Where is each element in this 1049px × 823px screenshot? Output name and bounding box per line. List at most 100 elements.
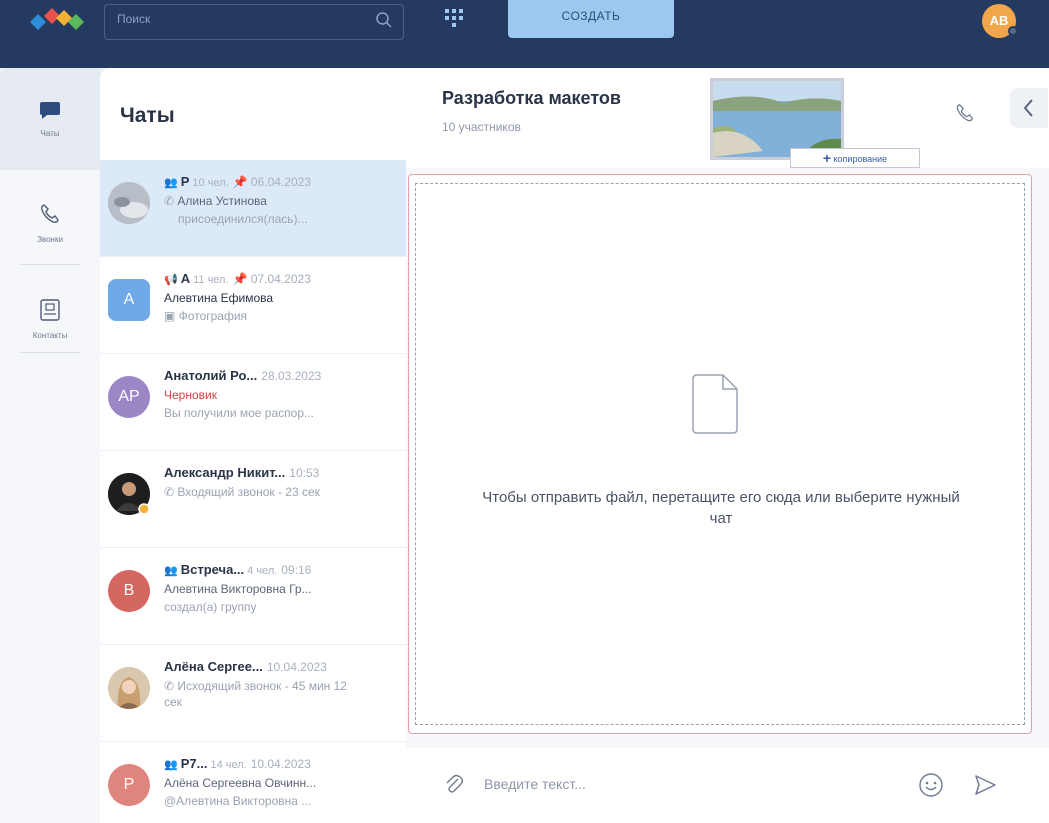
rail-item-label: Чаты <box>40 129 60 138</box>
group-icon: 👥 <box>164 177 178 189</box>
top-bar: Поиск создать АВ <box>0 0 1049 68</box>
user-avatar[interactable]: АВ <box>982 4 1018 38</box>
chat-date: 10.04.2023 <box>250 757 311 771</box>
chat-avatar: A <box>108 279 150 321</box>
member-count: 11 чел. <box>193 274 229 286</box>
member-count: 10 чел. <box>192 177 229 189</box>
chat-date: 28.03.2023 <box>261 369 322 383</box>
copy-badge-label: копирование <box>833 154 888 164</box>
outgoing-call-icon: ✆ <box>164 679 178 693</box>
chat-name: Алёна Сергее... <box>164 659 263 674</box>
chat-preview: Входящий звонок - 23 сек <box>177 485 320 499</box>
member-count: 14 чел. <box>210 759 247 771</box>
member-count: 4 чел. <box>247 565 278 577</box>
photo-icon: ▣ <box>164 309 179 323</box>
pin-icon: 📌 <box>232 175 251 189</box>
chat-date: 06.04.2023 <box>250 175 311 189</box>
chat-name: Р <box>180 174 190 189</box>
incoming-call-icon: ✆ <box>164 485 178 499</box>
conversation-header: Разработка макетов 10 участников + копир… <box>406 68 1049 168</box>
emoji-icon[interactable] <box>918 772 944 798</box>
chat-date: 10.04.2023 <box>266 660 327 674</box>
chat-preview: @Алевтина Викторовна ... <box>164 794 312 808</box>
chat-preview: Алина Устинова <box>177 194 267 208</box>
send-icon[interactable] <box>972 772 998 798</box>
chat-avatar: Р <box>108 764 150 806</box>
chat-preview-2: присоединился(лась)... <box>178 212 308 226</box>
chevron-left-icon <box>1023 99 1033 117</box>
chat-list-title: Чаты <box>120 104 175 127</box>
photo-avatar-icon <box>108 182 150 224</box>
chat-avatar <box>108 667 150 709</box>
chat-date: 10:53 <box>289 466 320 480</box>
chat-sender: Алевтина Викторовна Гр... <box>164 582 312 596</box>
chat-name: Р7... <box>180 756 208 771</box>
rail-divider <box>20 352 80 353</box>
group-icon: 👥 <box>164 565 178 577</box>
copy-badge: + копирование <box>790 148 920 168</box>
chat-preview: Исходящий звонок - 45 мин 12 сек <box>164 679 347 709</box>
search-input[interactable]: Поиск <box>117 12 150 26</box>
chat-sender: Алёна Сергеевна Овчинн... <box>164 776 317 790</box>
chat-date: 07.04.2023 <box>250 272 311 286</box>
create-button[interactable]: создать <box>508 0 674 38</box>
plus-icon: + <box>822 150 831 166</box>
phone-icon <box>41 204 59 223</box>
apps-grid-icon[interactable] <box>444 8 464 32</box>
chat-sender: Алевтина Ефимова <box>164 291 274 305</box>
photo-avatar-icon <box>108 667 150 709</box>
chat-item[interactable]: 👥 Р 10 чел. 📌 06.04.2023 ✆ Алина Устинова п… <box>100 160 406 257</box>
chat-bubble-icon <box>40 102 60 119</box>
chat-item[interactable]: Александр Никит... 10:53 ✆ Входящий звоно… <box>100 451 406 548</box>
chat-avatar <box>108 473 150 515</box>
chat-name: А <box>180 271 191 286</box>
chat-name: Александр Никит... <box>164 465 286 480</box>
chat-item[interactable]: A 📢 А 11 чел. 📌 07.04.2023 Алевтина Ефимова… <box>100 257 406 354</box>
chat-avatar: В <box>108 570 150 612</box>
conversation-title: Разработка макетов <box>442 88 621 108</box>
chat-preview: создал(а) группу <box>164 600 257 614</box>
search-icon[interactable] <box>375 11 393 29</box>
chat-name: Встреча... <box>180 562 245 577</box>
chat-name: Анатолий Ро... <box>164 368 258 383</box>
file-drop-zone[interactable]: Чтобы отправить файл, перетащите его сюд… <box>408 174 1032 734</box>
rail-item-chats[interactable]: Чаты <box>0 68 100 170</box>
attach-icon[interactable] <box>442 772 466 796</box>
chat-preview: Фотография <box>178 309 248 323</box>
contacts-icon <box>40 299 60 321</box>
chat-item[interactable]: В 👥 Встреча... 4 чел. 09:16 Алевтина Виктор… <box>100 548 406 645</box>
chat-avatar: AP <box>108 376 150 418</box>
search-box[interactable]: Поиск <box>104 4 404 40</box>
drop-zone-dashed-border <box>415 183 1025 725</box>
landscape-photo-icon <box>713 81 841 157</box>
logo-icon[interactable] <box>26 6 92 36</box>
call-icon: ✆ <box>164 194 178 208</box>
group-icon: 👥 <box>164 759 178 771</box>
chat-item[interactable]: AP Анатолий Ро... 28.03.2023 Черновик Вы … <box>100 354 406 451</box>
draft-label: Черновик <box>164 388 217 402</box>
status-dot <box>1008 26 1018 36</box>
collapse-panel-button[interactable] <box>1010 88 1048 128</box>
nav-rail: Чаты Звонки Контакты <box>0 68 100 823</box>
drop-zone-hint: Чтобы отправить файл, перетащите его сюд… <box>482 489 960 527</box>
message-input[interactable] <box>484 766 904 802</box>
chat-list: Чаты 👥 Р 10 чел. 📌 06.04.2023 ✆ Алина Устин… <box>100 68 406 823</box>
chat-item[interactable]: Р 👥 Р7... 14 чел. 10.04.2023 Алёна Сергеевн… <box>100 742 406 823</box>
photo-avatar-icon <box>108 473 150 515</box>
rail-item-label: Контакты <box>32 331 68 340</box>
rail-item-label: Звонки <box>37 235 63 244</box>
user-avatar-initials: АВ <box>989 13 1009 28</box>
pin-icon: 📌 <box>232 272 251 286</box>
channel-icon: 📢 <box>164 274 178 286</box>
file-icon <box>692 374 738 434</box>
chat-item[interactable]: Алёна Сергее... 10.04.2023 ✆ Исходящий зв… <box>100 645 406 742</box>
conversation-panel: Разработка макетов 10 участников + копир… <box>406 68 1049 823</box>
message-composer <box>406 748 1049 823</box>
participants-count[interactable]: 10 участников <box>442 120 521 134</box>
rail-item-calls[interactable]: Звонки <box>0 170 100 272</box>
call-button[interactable] <box>954 102 976 124</box>
chat-date: 09:16 <box>281 563 312 577</box>
chat-avatar <box>108 182 150 224</box>
rail-divider <box>20 264 80 265</box>
chat-preview: Вы получили мое распор... <box>164 406 314 420</box>
